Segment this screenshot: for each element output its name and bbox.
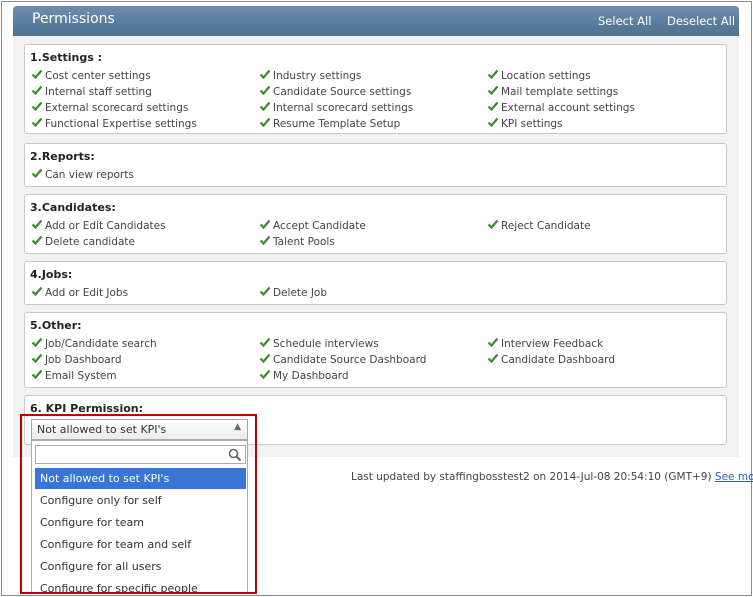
see-more-link[interactable]: See more: [715, 471, 753, 483]
permission-label: Mail template settings: [501, 86, 619, 98]
permission-label: Candidate Source settings: [273, 86, 412, 98]
checkmark-icon: [259, 286, 271, 297]
permission-label: Internal staff setting: [45, 86, 152, 98]
section-title: 6. KPI Permission:: [30, 402, 144, 415]
dropdown-option[interactable]: Configure for specific people: [35, 578, 246, 593]
deselect-all-button[interactable]: Deselect All: [667, 14, 735, 28]
checkmark-icon: [487, 219, 499, 230]
permission-label: Reject Candidate: [501, 220, 591, 232]
select-all-button[interactable]: Select All: [598, 14, 651, 28]
section-title: 1.Settings :: [30, 51, 102, 64]
checkmark-icon: [31, 85, 43, 96]
checkmark-icon: [31, 353, 43, 364]
permission-label: Functional Expertise settings: [45, 118, 197, 130]
dropdown-option[interactable]: Configure only for self: [35, 490, 246, 511]
checkmark-icon: [487, 117, 499, 128]
search-icon: [228, 448, 242, 462]
checkmark-icon: [259, 219, 271, 230]
dropdown-option[interactable]: Configure for all users: [35, 556, 246, 577]
caret-up-icon: ▲: [234, 422, 241, 432]
permission-label: KPI settings: [501, 118, 563, 130]
permission-label: Add or Edit Candidates: [45, 220, 166, 232]
checkmark-icon: [31, 369, 43, 380]
permission-label: Accept Candidate: [273, 220, 366, 232]
section-title: 5.Other:: [30, 319, 82, 332]
dropdown-search-box: [35, 445, 246, 464]
checkmark-icon: [31, 235, 43, 246]
permission-label: Delete Job: [273, 287, 328, 299]
permission-label: Job/Candidate search: [45, 338, 157, 350]
permission-label: Can view reports: [45, 169, 134, 181]
dropdown-option[interactable]: Not allowed to set KPI's: [35, 468, 246, 489]
permission-label: External scorecard settings: [45, 102, 189, 114]
permission-label: Candidate Dashboard: [501, 354, 615, 366]
checkmark-icon: [259, 337, 271, 348]
last-updated-info: Last updated by staffingbosstest2 on 201…: [351, 471, 753, 483]
permission-label: My Dashboard: [273, 370, 349, 382]
checkmark-icon: [259, 353, 271, 364]
section-jobs: 4.Jobs:: [24, 261, 727, 305]
checkmark-icon: [487, 353, 499, 364]
permission-label: Candidate Source Dashboard: [273, 354, 427, 366]
checkmark-icon: [31, 219, 43, 230]
permissions-header: Permissions Select All Deselect All: [13, 6, 739, 36]
checkmark-icon: [259, 101, 271, 112]
permission-label: Location settings: [501, 70, 591, 82]
permission-label: Interview Feedback: [501, 338, 604, 350]
dropdown-search-input[interactable]: [38, 447, 218, 462]
checkmark-icon: [259, 85, 271, 96]
permission-label: Internal scorecard settings: [273, 102, 414, 114]
page-title: Permissions: [32, 11, 115, 27]
dropdown-option[interactable]: Configure for team and self: [35, 534, 246, 555]
permission-label: Add or Edit Jobs: [45, 287, 129, 299]
permission-label: Email System: [45, 370, 117, 382]
checkmark-icon: [259, 235, 271, 246]
dropdown-option[interactable]: Configure for team: [35, 512, 246, 533]
checkmark-icon: [31, 69, 43, 80]
checkmark-icon: [259, 117, 271, 128]
section-title: 4.Jobs:: [30, 268, 73, 281]
checkmark-icon: [259, 69, 271, 80]
checkmark-icon: [31, 101, 43, 112]
permission-label: Cost center settings: [45, 70, 151, 82]
kpi-permission-dropdown: Not allowed to set KPI's Configure only …: [31, 440, 248, 594]
permission-label: Industry settings: [273, 70, 362, 82]
checkmark-icon: [31, 337, 43, 348]
checkmark-icon: [31, 168, 43, 179]
section-title: 3.Candidates:: [30, 201, 116, 214]
checkmark-icon: [487, 85, 499, 96]
permission-label: Resume Template Setup: [273, 118, 401, 130]
permission-label: Talent Pools: [273, 236, 335, 248]
permission-label: Job Dashboard: [45, 354, 122, 366]
permission-label: Schedule interviews: [273, 338, 379, 350]
checkmark-icon: [31, 117, 43, 128]
checkmark-icon: [487, 337, 499, 348]
last-updated-text: Last updated by staffingbosstest2 on 201…: [351, 471, 712, 483]
section-title: 2.Reports:: [30, 150, 95, 163]
checkmark-icon: [31, 286, 43, 297]
kpi-permission-select[interactable]: Not allowed to set KPI's ▲: [31, 419, 248, 440]
permission-label: External account settings: [501, 102, 635, 114]
checkmark-icon: [487, 101, 499, 112]
permission-label: Delete candidate: [45, 236, 135, 248]
kpi-select-value: Not allowed to set KPI's: [37, 423, 167, 436]
checkmark-icon: [487, 69, 499, 80]
checkmark-icon: [259, 369, 271, 380]
